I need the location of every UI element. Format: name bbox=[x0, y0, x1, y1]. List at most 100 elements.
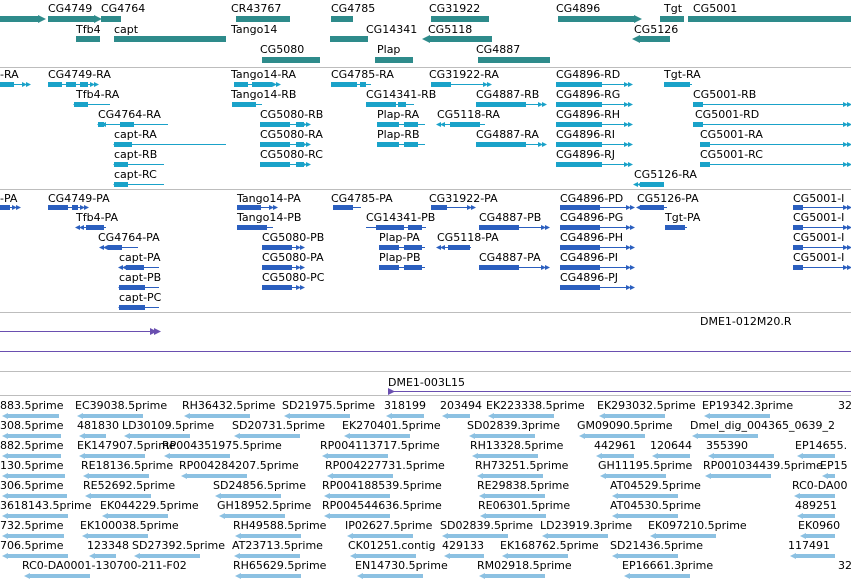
track-separator[interactable] bbox=[0, 312, 851, 313]
exon-glyph[interactable] bbox=[232, 102, 256, 107]
exon-glyph[interactable] bbox=[560, 245, 600, 250]
clone-label[interactable]: DME1-003L15 bbox=[388, 377, 465, 389]
exon-glyph[interactable] bbox=[560, 205, 600, 210]
est-label[interactable]: RM02918.5prime bbox=[477, 560, 572, 572]
est-glyph[interactable] bbox=[89, 474, 149, 478]
exon-glyph[interactable] bbox=[448, 245, 470, 250]
transcript-label[interactable]: -RA bbox=[0, 69, 19, 81]
gene-label[interactable]: CR43767 bbox=[231, 3, 281, 15]
est-label[interactable]: EK100038.5prime bbox=[80, 520, 179, 532]
exon-glyph[interactable] bbox=[431, 205, 447, 210]
protein-label[interactable]: CG5118-PA bbox=[437, 232, 499, 244]
exon-glyph[interactable] bbox=[408, 225, 422, 230]
gene-label[interactable]: CG31922 bbox=[429, 3, 480, 15]
est-label[interactable]: GM09090.5prime bbox=[577, 420, 673, 432]
est-glyph[interactable] bbox=[85, 454, 145, 458]
exon-glyph[interactable] bbox=[556, 142, 602, 147]
est-label[interactable]: 32 bbox=[838, 400, 851, 412]
protein-label[interactable]: CG31922-PA bbox=[429, 193, 498, 205]
est-glyph[interactable] bbox=[221, 494, 281, 498]
est-label[interactable]: RE29838.5prime bbox=[477, 480, 569, 492]
transcript-label[interactable]: Tango14-RB bbox=[231, 89, 296, 101]
est-glyph[interactable] bbox=[140, 554, 200, 558]
gene-glyph[interactable] bbox=[331, 16, 353, 22]
est-glyph[interactable] bbox=[356, 554, 416, 558]
gene-glyph[interactable] bbox=[688, 16, 851, 22]
est-label[interactable]: EK0960 bbox=[798, 520, 840, 532]
gene-glyph[interactable] bbox=[236, 16, 290, 22]
est-glyph[interactable] bbox=[330, 494, 390, 498]
est-glyph[interactable] bbox=[605, 414, 665, 418]
exon-glyph[interactable] bbox=[379, 245, 399, 250]
est-glyph[interactable] bbox=[711, 474, 771, 478]
transcript-label[interactable]: CG4749-RA bbox=[48, 69, 111, 81]
protein-label[interactable]: Plap-PB bbox=[379, 252, 421, 264]
est-label[interactable]: 117491 bbox=[788, 540, 830, 552]
est-label[interactable]: RP004351975.5prime bbox=[162, 440, 282, 452]
exon-glyph[interactable] bbox=[72, 205, 78, 210]
gene-label[interactable]: Tango14 bbox=[231, 24, 277, 36]
transcript-label[interactable]: capt-RB bbox=[114, 149, 157, 161]
transcript-label[interactable]: CG4896-RG bbox=[556, 89, 620, 101]
est-glyph[interactable] bbox=[508, 554, 568, 558]
gene-label[interactable]: CG5126 bbox=[634, 24, 678, 36]
protein-label[interactable]: -PA bbox=[0, 193, 17, 205]
exon-glyph[interactable] bbox=[556, 122, 602, 127]
est-label[interactable]: 318199 bbox=[384, 400, 426, 412]
est-glyph[interactable] bbox=[8, 534, 64, 538]
exon-glyph[interactable] bbox=[431, 82, 451, 87]
est-glyph[interactable] bbox=[8, 494, 67, 498]
gene-glyph[interactable] bbox=[76, 36, 100, 42]
est-glyph[interactable] bbox=[95, 554, 116, 558]
gene-label[interactable]: Tgt bbox=[664, 3, 682, 15]
est-label[interactable]: 442961 bbox=[594, 440, 636, 452]
est-glyph[interactable] bbox=[658, 454, 690, 458]
exon-glyph[interactable] bbox=[479, 265, 519, 270]
gene-label[interactable]: Plap bbox=[377, 44, 400, 56]
protein-label[interactable]: capt-PB bbox=[119, 272, 161, 284]
est-glyph[interactable] bbox=[8, 474, 65, 478]
transcript-label[interactable]: Tango14-RA bbox=[231, 69, 296, 81]
protein-label[interactable]: capt-PA bbox=[119, 252, 161, 264]
est-label[interactable]: 203494 bbox=[440, 400, 482, 412]
clone-label[interactable]: DME1-012M20.R bbox=[700, 316, 792, 328]
est-label[interactable]: AT04529.5prime bbox=[610, 480, 701, 492]
protein-label[interactable]: CG5001-I bbox=[793, 193, 844, 205]
transcript-label[interactable]: CG5126-RA bbox=[634, 169, 697, 181]
est-glyph[interactable] bbox=[714, 454, 774, 458]
protein-label[interactable]: CG4749-PA bbox=[48, 193, 110, 205]
exon-glyph[interactable] bbox=[377, 122, 399, 127]
transcript-label[interactable]: CG4887-RB bbox=[476, 89, 539, 101]
est-label[interactable]: 130.5prime bbox=[0, 460, 64, 472]
est-label[interactable]: EK270401.5prime bbox=[342, 420, 441, 432]
est-glyph[interactable] bbox=[448, 414, 470, 418]
est-label[interactable]: EN14730.5prime bbox=[355, 560, 448, 572]
est-glyph[interactable] bbox=[170, 454, 230, 458]
protein-label[interactable]: capt-PC bbox=[119, 292, 161, 304]
exon-glyph[interactable] bbox=[333, 205, 353, 210]
transcript-label[interactable]: CG5080-RA bbox=[260, 129, 323, 141]
exon-glyph[interactable] bbox=[476, 142, 526, 147]
exon-glyph[interactable] bbox=[404, 142, 418, 147]
exon-glyph[interactable] bbox=[693, 122, 703, 127]
exon-glyph[interactable] bbox=[476, 102, 526, 107]
exon-glyph[interactable] bbox=[404, 122, 418, 127]
est-glyph[interactable] bbox=[392, 414, 424, 418]
exon-glyph[interactable] bbox=[48, 205, 68, 210]
exon-glyph[interactable] bbox=[793, 265, 803, 270]
gene-label[interactable]: capt bbox=[114, 24, 138, 36]
est-label[interactable]: SD02839.3prime bbox=[467, 420, 560, 432]
gene-label[interactable]: CG4896 bbox=[556, 3, 600, 15]
gene-glyph[interactable] bbox=[640, 36, 670, 42]
est-glyph[interactable] bbox=[448, 534, 508, 538]
est-glyph[interactable] bbox=[796, 554, 835, 558]
est-label[interactable]: CK01251.contig bbox=[348, 540, 435, 552]
est-glyph[interactable] bbox=[108, 514, 168, 518]
est-label[interactable]: RP004284207.5prime bbox=[179, 460, 299, 472]
est-label[interactable]: 123348 bbox=[87, 540, 129, 552]
est-label[interactable]: SD02839.5prime bbox=[440, 520, 533, 532]
transcript-label[interactable]: CG4896-RJ bbox=[556, 149, 615, 161]
est-glyph[interactable] bbox=[698, 434, 758, 438]
exon-glyph[interactable] bbox=[252, 82, 272, 87]
gene-glyph[interactable] bbox=[558, 16, 634, 22]
